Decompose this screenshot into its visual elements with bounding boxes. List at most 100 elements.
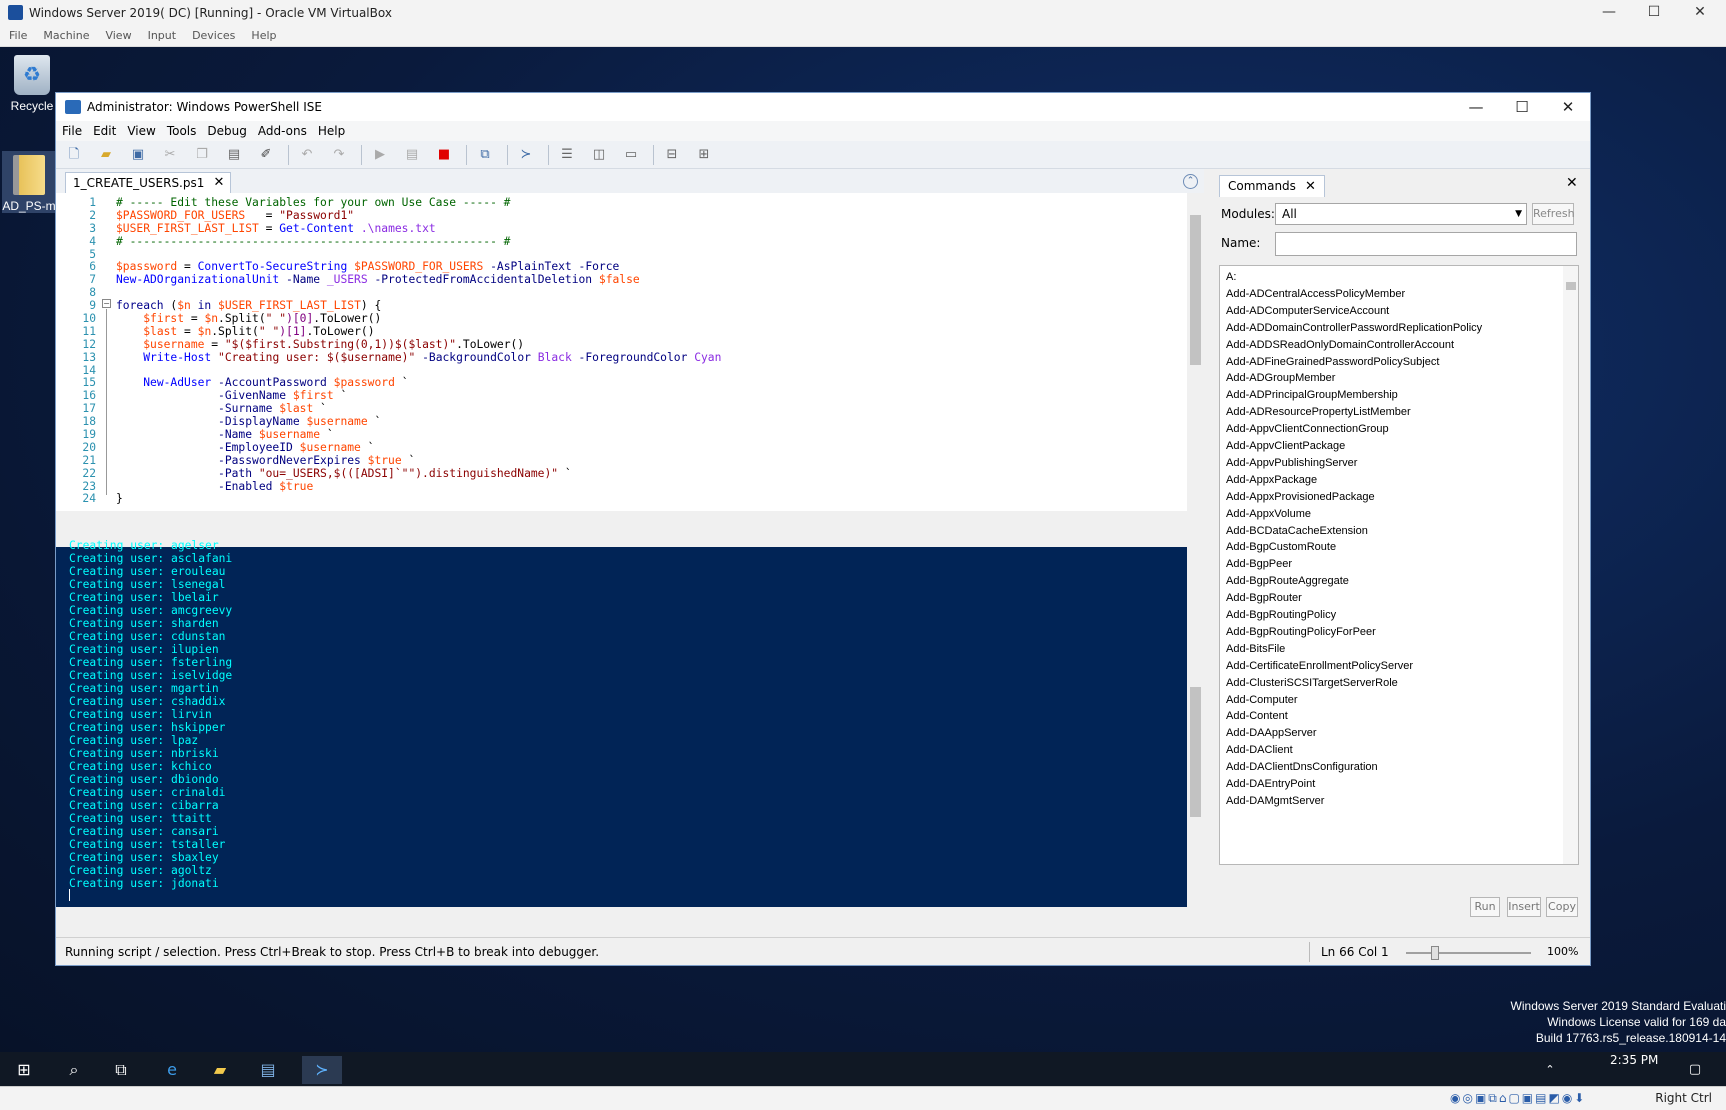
command-item[interactable]: Add-ADPrincipalGroupMembership — [1226, 386, 1398, 404]
cut-icon[interactable]: ✂ — [160, 145, 180, 165]
internet-explorer-icon[interactable]: e — [162, 1060, 182, 1080]
ise-menu-addons[interactable]: Add-ons — [258, 124, 307, 138]
tab-commands[interactable]: Commands ✕ — [1219, 175, 1325, 197]
desktop-icon-recycle-bin[interactable]: ♻ Recycle — [6, 55, 58, 113]
command-item[interactable]: Add-DAClient — [1226, 741, 1293, 759]
command-item[interactable]: Add-AppxVolume — [1226, 505, 1311, 523]
windows-start-icon[interactable]: ⊞ — [14, 1060, 34, 1080]
console-pane[interactable]: Creating user: agelser Creating user: asc… — [56, 539, 1204, 907]
close-tab-icon[interactable]: ✕ — [213, 173, 224, 193]
zoom-slider-knob[interactable] — [1431, 946, 1439, 960]
host-menu-view[interactable]: View — [105, 29, 131, 42]
search-icon[interactable]: ⌕ — [64, 1060, 84, 1080]
command-item[interactable]: Add-DAMgmtServer — [1226, 792, 1324, 810]
editor-vertical-scrollbar[interactable] — [1187, 193, 1204, 511]
ise-menu-edit[interactable]: Edit — [93, 124, 116, 138]
command-item[interactable]: Add-AppxProvisionedPackage — [1226, 488, 1375, 506]
close-tab-icon[interactable]: ✕ — [1305, 176, 1316, 197]
name-input[interactable] — [1275, 232, 1577, 256]
command-item[interactable]: Add-ADResourcePropertyListMember — [1226, 403, 1411, 421]
file-explorer-icon[interactable]: ▰ — [210, 1060, 230, 1080]
desktop-icon-ad-ps[interactable]: AD_PS-m — [2, 151, 56, 213]
command-item[interactable]: Add-DAClientDnsConfiguration — [1226, 758, 1378, 776]
notifications-icon[interactable]: ▢ — [1685, 1060, 1705, 1080]
powershell-ise-taskbar-icon[interactable]: ≻ — [302, 1056, 342, 1084]
script-editor[interactable]: 1 2 3 4 5 6 7 8 9 10 11 12 13 14 15 16 17 18 19 20 21 22 23 24 … — [56, 193, 1204, 525]
command-item[interactable]: Add-Content — [1226, 707, 1288, 725]
command-item[interactable]: Add-Computer — [1226, 691, 1298, 709]
ise-menu-debug[interactable]: Debug — [207, 124, 246, 138]
command-item[interactable]: Add-BitsFile — [1226, 640, 1285, 658]
scroll-thumb[interactable] — [1190, 687, 1201, 817]
command-item[interactable]: Add-ADCentralAccessPolicyMember — [1226, 285, 1405, 303]
server-manager-icon[interactable]: ▤ — [258, 1060, 278, 1080]
ise-menu-view[interactable]: View — [127, 124, 155, 138]
layout-top-icon[interactable]: ☰ — [557, 145, 577, 165]
command-item[interactable]: Add-BgpPeer — [1226, 555, 1292, 573]
collapse-script-pane-icon[interactable]: ⌃ — [1183, 174, 1198, 189]
undo-icon[interactable]: ↶ — [297, 145, 317, 165]
command-item[interactable]: Add-DAAppServer — [1226, 724, 1317, 742]
layout-max-icon[interactable]: ▭ — [621, 145, 641, 165]
run-script-icon[interactable]: ▶ — [370, 145, 390, 165]
ise-menu-help[interactable]: Help — [318, 124, 345, 138]
insert-button[interactable]: Insert — [1507, 897, 1541, 917]
collapse-region-icon[interactable]: − — [102, 299, 111, 308]
command-item[interactable]: A: — [1226, 268, 1236, 286]
editor-horizontal-scrollbar[interactable] — [56, 511, 1204, 525]
ise-menu-file[interactable]: File — [62, 124, 82, 138]
run-selection-icon[interactable]: ▤ — [402, 145, 422, 165]
command-item[interactable]: Add-ADFineGrainedPasswordPolicySubject — [1226, 353, 1439, 371]
clear-console-icon[interactable]: ✐ — [256, 145, 276, 165]
commands-list[interactable]: Add-DAMgmtServer Add-DAEntryPoint Add-DACl… — [1219, 265, 1579, 865]
ise-close-button[interactable]: ✕ — [1545, 93, 1591, 121]
host-menu-help[interactable]: Help — [251, 29, 276, 42]
zoom-slider[interactable] — [1406, 946, 1531, 960]
command-item[interactable]: Add-ADComputerServiceAccount — [1226, 302, 1389, 320]
command-item[interactable]: Add-ADDSReadOnlyDomainControllerAccount — [1226, 336, 1454, 354]
paste-icon[interactable]: ▤ — [224, 145, 244, 165]
list-vertical-scrollbar[interactable] — [1563, 266, 1578, 864]
command-item[interactable]: Add-BgpRoutingPolicyForPeer — [1226, 623, 1376, 641]
scroll-thumb[interactable] — [1566, 282, 1576, 290]
command-item[interactable]: Add-ClusteriSCSITargetServerRole — [1226, 674, 1398, 692]
run-button[interactable]: Run — [1470, 897, 1500, 917]
remote-powershell-icon[interactable]: ⧉ — [475, 145, 495, 165]
save-icon[interactable]: ▣ — [128, 145, 148, 165]
host-menu-devices[interactable]: Devices — [192, 29, 235, 42]
redo-icon[interactable]: ↷ — [329, 145, 349, 165]
scroll-thumb[interactable] — [1190, 215, 1201, 365]
host-menu-machine[interactable]: Machine — [43, 29, 89, 42]
task-view-icon[interactable]: ⧉ — [111, 1060, 131, 1080]
tray-icons[interactable]: ⌃ ▭ ◀) — [1540, 1060, 1560, 1110]
command-item[interactable]: Add-BgpRouter — [1226, 589, 1302, 607]
tab-create-users[interactable]: 1_CREATE_USERS.ps1 ✕ — [65, 172, 232, 193]
close-pane-icon[interactable]: ✕ — [1566, 175, 1578, 191]
open-folder-icon[interactable]: ▰ — [96, 145, 116, 165]
modules-select[interactable]: All ▼ — [1275, 203, 1527, 225]
show-commands-icon[interactable]: ⊞ — [694, 145, 714, 165]
stop-icon[interactable]: ■ — [434, 145, 454, 165]
copy-icon[interactable]: ❐ — [192, 145, 212, 165]
host-menu-input[interactable]: Input — [148, 29, 176, 42]
new-file-icon[interactable]: 🗋 — [64, 145, 84, 165]
layout-right-icon[interactable]: ◫ — [589, 145, 609, 165]
command-item[interactable]: Add-BCDataCacheExtension — [1226, 522, 1368, 540]
refresh-button[interactable]: Refresh — [1532, 203, 1575, 225]
host-minimize-button[interactable]: — — [1587, 0, 1631, 25]
show-script-pane-icon[interactable]: ⊟ — [662, 145, 682, 165]
host-maximize-button[interactable]: ☐ — [1632, 0, 1676, 25]
command-item[interactable]: Add-AppvClientConnectionGroup — [1226, 420, 1389, 438]
command-item[interactable]: Add-AppxPackage — [1226, 471, 1317, 489]
host-menu-file[interactable]: File — [9, 29, 27, 42]
ise-maximize-button[interactable]: ☐ — [1499, 93, 1545, 121]
command-item[interactable]: Add-BgpRoutingPolicy — [1226, 606, 1336, 624]
command-item[interactable]: Add-AppvPublishingServer — [1226, 454, 1357, 472]
powershell-console-icon[interactable]: ≻ — [516, 145, 536, 165]
command-item[interactable]: Add-CertificateEnrollmentPolicyServer — [1226, 657, 1413, 675]
console-vertical-scrollbar[interactable] — [1187, 547, 1204, 907]
command-item[interactable]: Add-ADDomainControllerPasswordReplicatio… — [1226, 319, 1482, 337]
command-item[interactable]: Add-BgpRouteAggregate — [1226, 572, 1349, 590]
command-item[interactable]: Add-DAEntryPoint — [1226, 775, 1315, 793]
ise-minimize-button[interactable]: — — [1453, 93, 1499, 121]
